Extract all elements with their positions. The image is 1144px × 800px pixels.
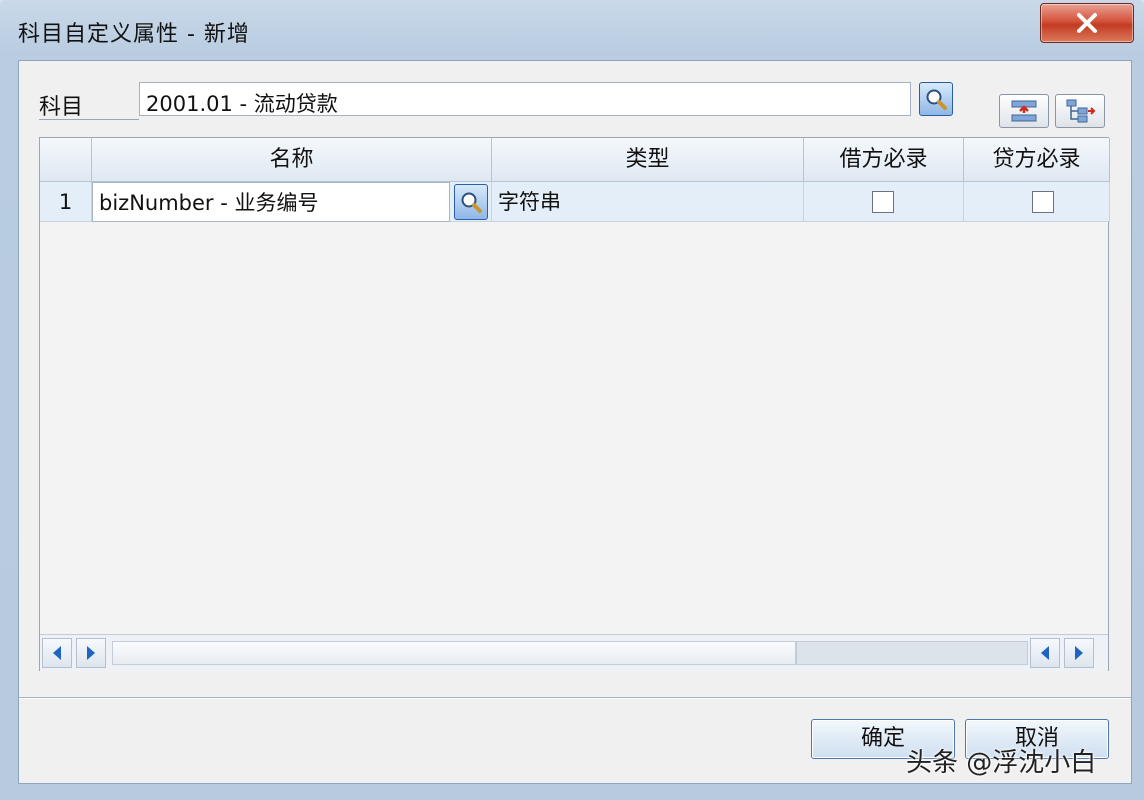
- magnifier-icon: [926, 89, 947, 110]
- scrollbar-track[interactable]: [796, 641, 1028, 665]
- footer-divider-highlight: [19, 698, 1131, 699]
- credit-required-checkbox[interactable]: [1032, 191, 1054, 213]
- subject-label-divider: [39, 119, 139, 120]
- close-icon: [1077, 13, 1097, 33]
- insert-row-button[interactable]: [999, 94, 1049, 128]
- name-lookup-button[interactable]: [454, 184, 488, 220]
- arrow-right-icon: [87, 646, 95, 660]
- name-cell-input[interactable]: bizNumber - 业务编号: [92, 182, 450, 222]
- debit-required-checkbox[interactable]: [872, 191, 894, 213]
- subject-input[interactable]: 2001.01 - 流动贷款: [139, 82, 911, 116]
- arrow-right-icon: [1075, 646, 1083, 660]
- arrow-left-icon: [1041, 646, 1049, 660]
- insert-row-icon: [1011, 100, 1037, 122]
- horizontal-scrollbar[interactable]: [40, 634, 1108, 671]
- window-title: 科目自定义属性 - 新增: [18, 22, 250, 47]
- subject-label: 科目: [39, 95, 84, 120]
- scroll-left-button-secondary[interactable]: [1030, 638, 1060, 668]
- attribute-table[interactable]: 名称 类型 借方必录 贷方必录 1 bizNumber - 业务编号 字符串: [39, 137, 1110, 671]
- dialog-client-area: 科目 2001.01 - 流动贷款 名称 类型 借方必录 贷方必录 1 bizN…: [18, 60, 1132, 784]
- column-header-type[interactable]: 类型: [492, 138, 804, 182]
- watermark-text: 头条 @浮沈小白: [906, 748, 1097, 778]
- tree-structure-button[interactable]: [1055, 94, 1105, 128]
- close-button[interactable]: [1040, 3, 1134, 43]
- arrow-left-icon: [53, 646, 61, 660]
- scroll-left-button[interactable]: [42, 638, 72, 668]
- row-number-header: [40, 138, 92, 182]
- magnifier-icon: [461, 192, 482, 213]
- tree-structure-icon: [1066, 99, 1096, 123]
- scroll-right-button[interactable]: [76, 638, 106, 668]
- column-header-debit-required[interactable]: 借方必录: [804, 138, 964, 182]
- scroll-right-button-secondary[interactable]: [1064, 638, 1094, 668]
- scrollbar-thumb[interactable]: [112, 641, 796, 665]
- column-header-credit-required[interactable]: 贷方必录: [964, 138, 1110, 182]
- type-cell[interactable]: 字符串: [492, 182, 804, 222]
- dialog-window: 科目自定义属性 - 新增 科目 2001.01 - 流动贷款 名称 类型 借方必…: [0, 0, 1144, 800]
- row-number: 1: [40, 182, 92, 222]
- title-bar[interactable]: 科目自定义属性 - 新增: [0, 0, 1144, 60]
- column-header-name[interactable]: 名称: [92, 138, 492, 182]
- subject-lookup-button[interactable]: [919, 82, 953, 116]
